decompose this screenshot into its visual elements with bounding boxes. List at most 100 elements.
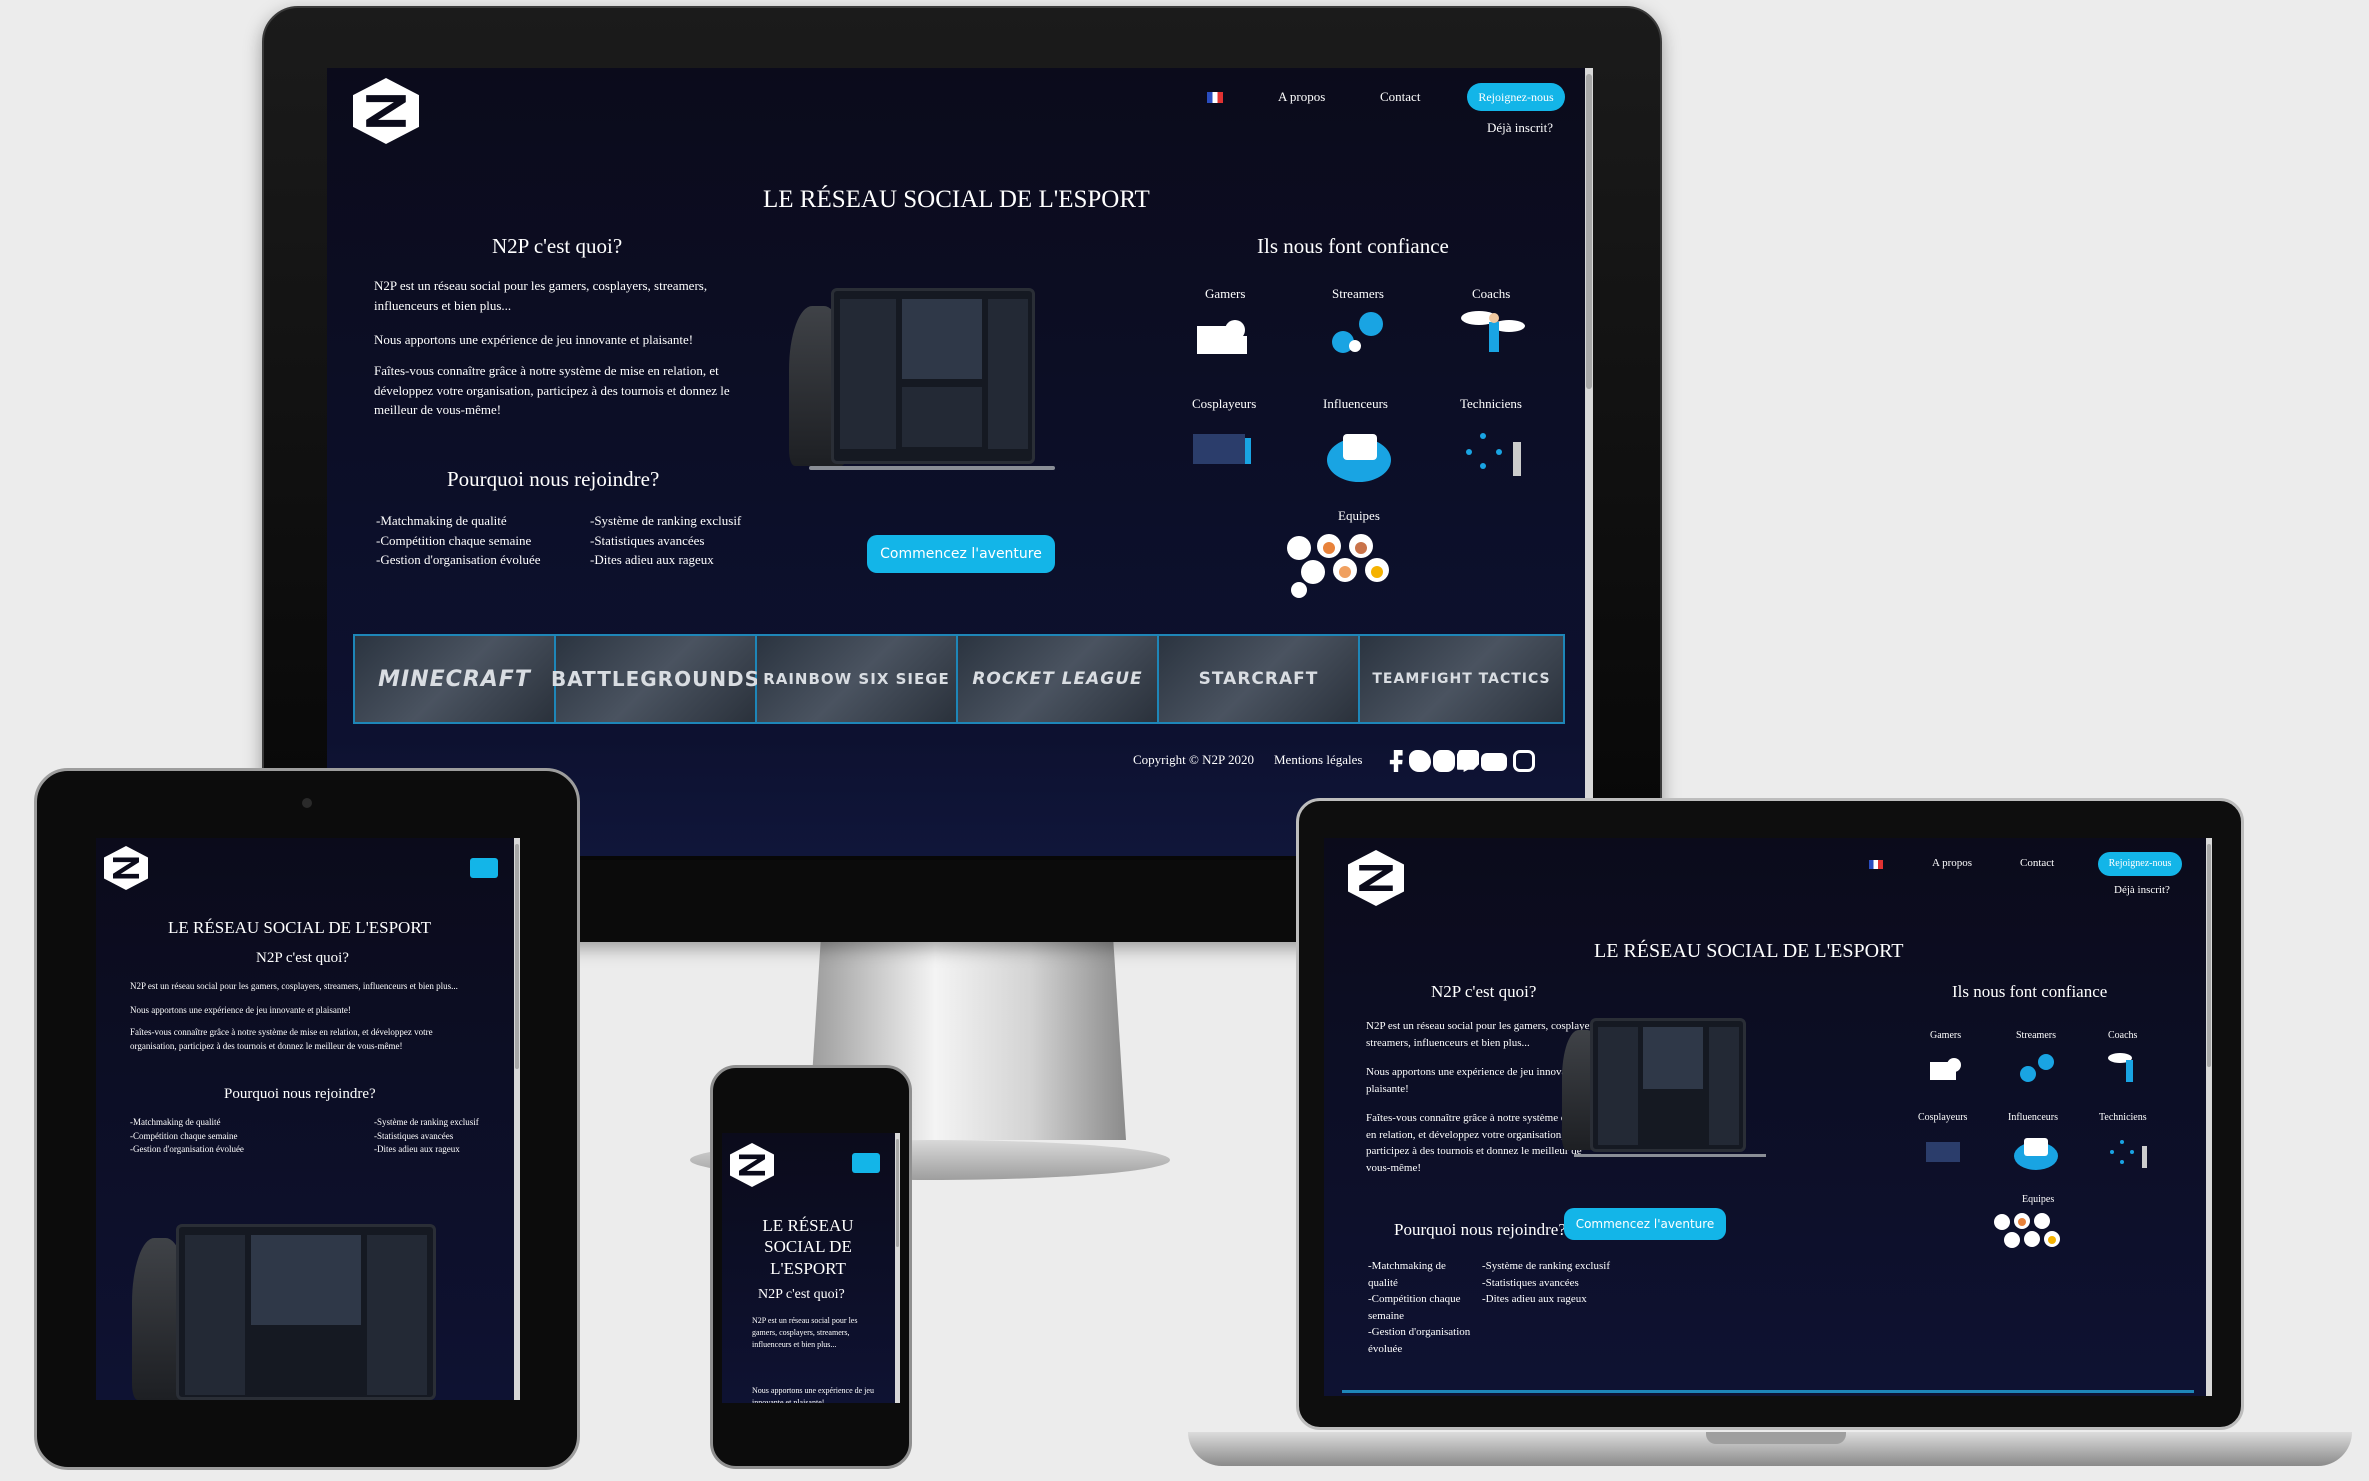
already-registered-link[interactable]: Déjà inscrit? xyxy=(1487,120,1553,136)
scroll-thumb[interactable] xyxy=(515,844,519,1069)
hamburger-menu-button[interactable] xyxy=(852,1153,880,1173)
reason-item: -Gestion d'organisation évoluée xyxy=(376,552,541,567)
game-tile-minecraft[interactable]: MINECRAFT xyxy=(355,636,556,722)
reason-item: -Système de ranking exclusif xyxy=(1482,1260,1610,1272)
reason-item: -Matchmaking de qualité xyxy=(376,513,507,528)
persona-label: Streamers xyxy=(2016,1030,2056,1041)
intro-line: influenceurs et bien plus... xyxy=(374,297,512,313)
scrollbar[interactable] xyxy=(514,838,520,1400)
games-banner: MINECRAFT BATTLEGROUNDS RAINBOW SIX SIEG… xyxy=(353,634,1565,724)
intro-line: Faîtes-vous connaître grâce à notre syst… xyxy=(374,363,719,378)
persona-label: Streamers xyxy=(1332,286,1384,301)
laptop-screen: A propos Contact Rejoignez-nous Déjà ins… xyxy=(1324,838,2212,1396)
already-registered-link[interactable]: Déjà inscrit? xyxy=(2114,884,2170,896)
techniciens-illustration xyxy=(1459,422,1531,482)
coachs-illustration xyxy=(1459,304,1529,366)
n2p-logo[interactable] xyxy=(104,846,148,890)
intro-paragraph-1: N2P est un réseau social pour les gamers… xyxy=(752,1316,858,1349)
twitter-icon[interactable] xyxy=(1409,750,1431,772)
cosplayeurs-illustration xyxy=(1924,1138,1968,1173)
reason-item: -Statistiques avancées xyxy=(374,1130,454,1141)
influenceurs-illustration xyxy=(2012,1130,2060,1177)
reason-item: -Gestion d'organisation évoluée xyxy=(1368,1326,1471,1355)
game-tile-pubg[interactable]: BATTLEGROUNDS xyxy=(551,636,759,722)
french-flag-icon[interactable] xyxy=(1869,860,1883,869)
reason-item: -Matchmaking de qualité xyxy=(130,1117,221,1127)
scroll-thumb[interactable] xyxy=(2207,844,2211,1068)
equipes-illustration xyxy=(1285,534,1391,598)
reason-item: -Compétition chaque semaine xyxy=(130,1130,238,1141)
why-title: Pourquoi nous rejoindre? xyxy=(447,467,660,491)
page-title: LE RÉSEAU SOCIAL DE L'ESPORT xyxy=(762,1216,854,1278)
persona-label: Gamers xyxy=(1930,1030,1962,1041)
reason-item: -Dites adieu aux rageux xyxy=(374,1144,460,1154)
persona-label: Equipes xyxy=(1338,508,1380,523)
join-button[interactable]: Rejoignez-nous xyxy=(1467,83,1565,111)
page-title: LE RÉSEAU SOCIAL DE L'ESPORT xyxy=(763,186,1150,213)
scroll-thumb[interactable] xyxy=(896,1139,899,1247)
intro-line: meilleur de vous-même! xyxy=(374,402,502,417)
scrollbar[interactable] xyxy=(1585,68,1593,856)
persona-label: Coachs xyxy=(2108,1030,2138,1041)
n2p-logo[interactable] xyxy=(1348,850,1404,906)
reason-item: -Gestion d'organisation évoluée xyxy=(130,1144,244,1154)
intro-paragraph-3: Faîtes-vous connaître grâce à notre syst… xyxy=(130,1027,433,1051)
n2p-logo[interactable] xyxy=(730,1143,774,1187)
trust-title: Ils nous font confiance xyxy=(1257,234,1449,258)
game-tile-starcraft[interactable]: STARCRAFT xyxy=(1159,636,1360,722)
reason-item: -Statistiques avancées xyxy=(590,532,705,548)
hamburger-menu-button[interactable] xyxy=(470,858,498,878)
nav-contact-link[interactable]: Contact xyxy=(1380,89,1420,105)
instagram-icon[interactable] xyxy=(1513,750,1535,772)
laptop-preview-base xyxy=(809,466,1055,470)
join-button[interactable]: Rejoignez-nous xyxy=(2098,852,2182,876)
game-tile-rainbow-six[interactable]: RAINBOW SIX SIEGE xyxy=(757,636,958,722)
intro-paragraph-2: Nous apportons une expérience de jeu inn… xyxy=(130,1005,351,1015)
youtube-icon[interactable] xyxy=(1481,753,1507,771)
nav-contact-link[interactable]: Contact xyxy=(2020,857,2054,869)
streamers-illustration xyxy=(1325,310,1391,360)
reason-item: -Système de ranking exclusif xyxy=(590,513,742,528)
reason-item: -Système de ranking exclusif xyxy=(374,1117,479,1127)
app-preview-image xyxy=(831,288,1035,464)
scroll-thumb[interactable] xyxy=(1586,74,1592,390)
legal-link[interactable]: Mentions légales xyxy=(1274,752,1362,768)
french-flag-icon[interactable] xyxy=(1207,92,1223,103)
why-title: Pourquoi nous rejoindre? xyxy=(1394,1220,1566,1239)
games-banner-edge xyxy=(1342,1390,2194,1393)
discord-icon[interactable] xyxy=(1433,750,1455,772)
what-title: N2P c'est quoi? xyxy=(1431,982,1537,1001)
page-title: LE RÉSEAU SOCIAL DE L'ESPORT xyxy=(1594,940,1904,962)
reason-item: -Compétition chaque semaine xyxy=(376,532,532,548)
game-tile-tft[interactable]: TEAMFIGHT TACTICS xyxy=(1360,636,1563,722)
persona-label: Influenceurs xyxy=(1323,396,1388,411)
equipes-illustration xyxy=(1992,1212,2062,1261)
scrollbar[interactable] xyxy=(2206,838,2212,1396)
coachs-illustration xyxy=(2106,1048,2150,1093)
nav-about-link[interactable]: A propos xyxy=(1932,857,1972,869)
facebook-icon[interactable] xyxy=(1389,750,1403,772)
gamers-illustration xyxy=(1928,1056,1972,1087)
intro-paragraph-2: Nous apportons une expérience de jeu inn… xyxy=(374,332,694,347)
nav-about-link[interactable]: A propos xyxy=(1278,89,1325,105)
reason-item: -Compétition chaque semaine xyxy=(1368,1293,1461,1322)
start-adventure-button[interactable]: Commencez l'aventure xyxy=(1564,1208,1726,1240)
app-preview-image xyxy=(1590,1018,1746,1152)
n2p-logo[interactable] xyxy=(353,78,419,144)
reason-item: -Matchmaking de qualité xyxy=(1368,1260,1446,1289)
intro-paragraph-1: N2P est un réseau social pour les gamers… xyxy=(130,981,458,991)
game-tile-rocket-league[interactable]: ROCKET LEAGUE xyxy=(958,636,1159,722)
page-title: LE RÉSEAU SOCIAL DE L'ESPORT xyxy=(168,918,432,937)
tablet-camera xyxy=(302,798,312,808)
twitch-icon[interactable] xyxy=(1457,750,1479,772)
techniciens-illustration xyxy=(2106,1132,2154,1177)
start-adventure-button[interactable]: Commencez l'aventure xyxy=(867,535,1055,573)
scrollbar[interactable] xyxy=(895,1133,900,1403)
trust-title: Ils nous font confiance xyxy=(1952,982,2108,1001)
influenceurs-illustration xyxy=(1323,420,1395,484)
desktop-screen: A propos Contact Rejoignez-nous Déjà ins… xyxy=(327,68,1593,856)
persona-label: Influenceurs xyxy=(2008,1112,2058,1123)
gamers-illustration xyxy=(1195,316,1261,356)
persona-label: Techniciens xyxy=(2099,1112,2147,1123)
laptop-preview-base xyxy=(1574,1154,1766,1157)
